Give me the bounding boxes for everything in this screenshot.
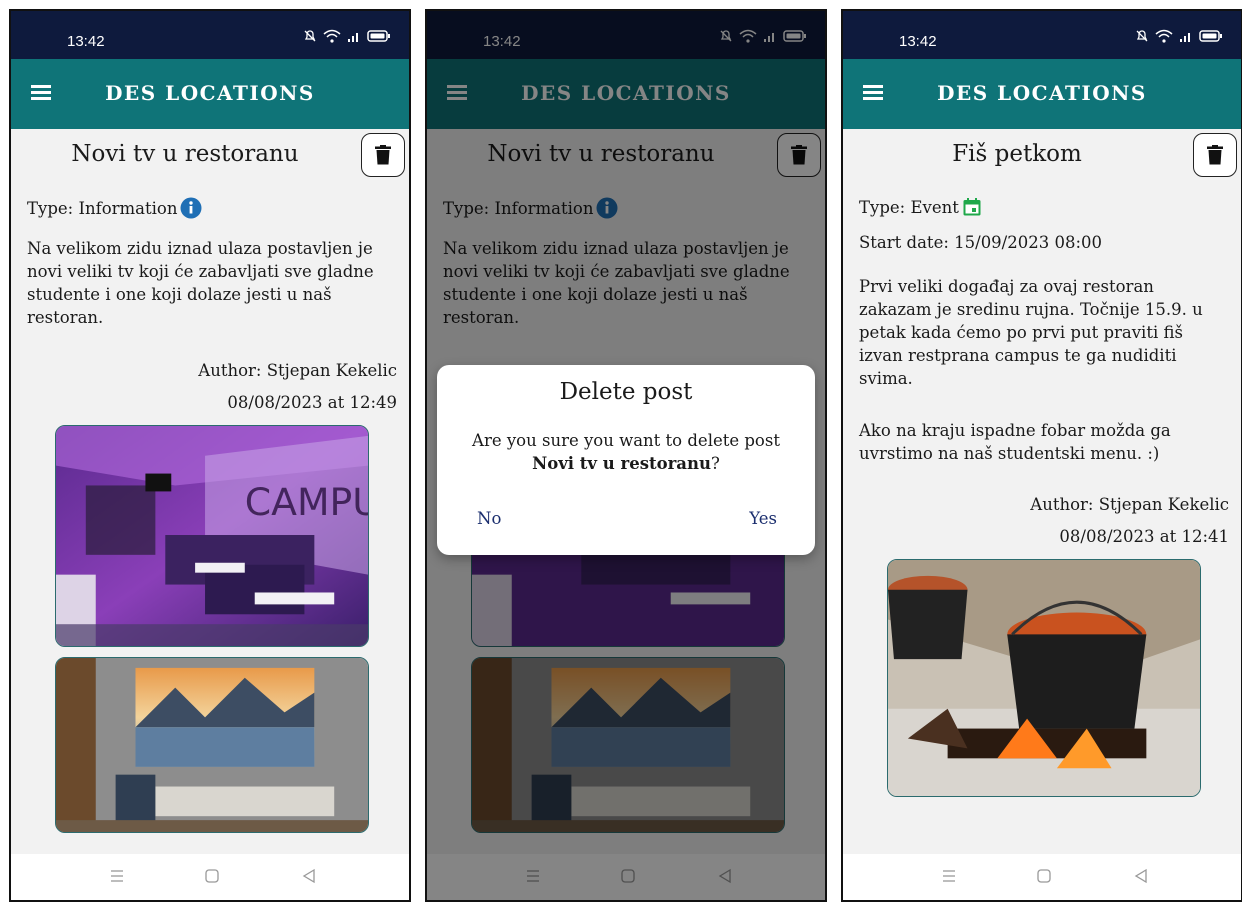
app-title: DES LOCATIONS bbox=[105, 81, 315, 105]
post-date: 08/08/2023 at 12:41 bbox=[1059, 527, 1229, 546]
post-type: Type: Information bbox=[27, 197, 202, 219]
trash-icon bbox=[375, 145, 391, 165]
wifi-icon bbox=[1155, 29, 1173, 43]
trash-icon bbox=[1207, 145, 1223, 165]
post-author: Author: Stjepan Kekelic bbox=[1030, 495, 1229, 514]
wifi-icon bbox=[323, 29, 341, 43]
post-image-cauldron[interactable] bbox=[887, 559, 1201, 797]
post-body-paragraph-2: Ako na kraju ispadne fobar možda ga uvrs… bbox=[859, 421, 1171, 463]
post-type-label: Type: Information bbox=[27, 198, 178, 218]
app-bar: DES LOCATIONS bbox=[843, 59, 1241, 129]
phone-screen-event-detail: 13:42 DES LOCATIONS Fiš petkom Type: Eve… bbox=[841, 9, 1242, 902]
battery-icon bbox=[1199, 30, 1222, 42]
post-title: Novi tv u restoranu bbox=[71, 141, 299, 167]
dialog-message-suffix: ? bbox=[711, 454, 720, 473]
post-image-tv[interactable] bbox=[55, 657, 369, 833]
status-bar: 13:42 bbox=[11, 11, 409, 59]
post-body: Na velikom zidu iznad ulaza postavljen j… bbox=[27, 239, 374, 327]
delete-post-button[interactable] bbox=[361, 133, 405, 177]
app-title: DES LOCATIONS bbox=[937, 81, 1147, 105]
back-icon[interactable] bbox=[301, 868, 317, 884]
post-type-label: Type: Event bbox=[859, 197, 959, 217]
info-circle-icon bbox=[180, 197, 202, 219]
dialog-title: Delete post bbox=[559, 379, 693, 405]
recents-icon[interactable] bbox=[109, 868, 125, 884]
mute-icon bbox=[1136, 30, 1148, 42]
post-date: 08/08/2023 at 12:49 bbox=[227, 393, 397, 412]
home-icon[interactable] bbox=[204, 868, 220, 884]
dialog-message-text: Are you sure you want to delete post bbox=[472, 431, 780, 450]
phone-screen-delete-dialog: 13:42 DES LOCATIONS Novi tv u restoranu … bbox=[425, 9, 827, 902]
post-content: Novi tv u restoranu Type: Information Na… bbox=[11, 129, 409, 854]
signal-icon bbox=[1180, 33, 1190, 42]
dialog-post-name: Novi tv u restoranu bbox=[532, 454, 711, 473]
dialog-message: Are you sure you want to delete post Nov… bbox=[453, 429, 799, 475]
post-body-paragraph-1: Prvi veliki događaj za ovaj restoran zak… bbox=[859, 277, 1203, 388]
back-icon[interactable] bbox=[1133, 868, 1149, 884]
status-time: 13:42 bbox=[899, 33, 937, 50]
dialog-yes-button[interactable]: Yes bbox=[749, 509, 777, 528]
delete-post-dialog: Delete post Are you sure you want to del… bbox=[437, 365, 815, 555]
delete-post-button[interactable] bbox=[1193, 133, 1237, 177]
status-time: 13:42 bbox=[67, 33, 105, 50]
calendar-icon bbox=[963, 198, 981, 216]
dialog-no-button[interactable]: No bbox=[477, 509, 501, 528]
app-bar: DES LOCATIONS bbox=[11, 59, 409, 129]
post-type: Type: Event bbox=[859, 197, 982, 217]
post-content: Fiš petkom Type: Event Start date: 15/09… bbox=[843, 129, 1241, 854]
post-image-restaurant[interactable]: CAMPU bbox=[55, 425, 369, 647]
mute-icon bbox=[304, 30, 316, 42]
post-title: Fiš petkom bbox=[952, 141, 1082, 167]
system-nav-bar bbox=[843, 854, 1241, 900]
system-nav-bar bbox=[11, 854, 409, 900]
battery-icon bbox=[367, 30, 390, 42]
svg-text:CAMPU: CAMPU bbox=[245, 480, 368, 524]
signal-icon bbox=[348, 33, 358, 42]
status-icons bbox=[1135, 29, 1223, 43]
event-start-date: Start date: 15/09/2023 08:00 bbox=[859, 233, 1103, 252]
status-bar: 13:42 bbox=[843, 11, 1241, 59]
post-author: Author: Stjepan Kekelic bbox=[198, 361, 397, 380]
status-icons bbox=[303, 29, 391, 43]
home-icon[interactable] bbox=[1036, 868, 1052, 884]
phone-screen-post-detail: 13:42 DES LOCATIONS Novi tv u restoranu … bbox=[9, 9, 411, 902]
recents-icon[interactable] bbox=[941, 868, 957, 884]
